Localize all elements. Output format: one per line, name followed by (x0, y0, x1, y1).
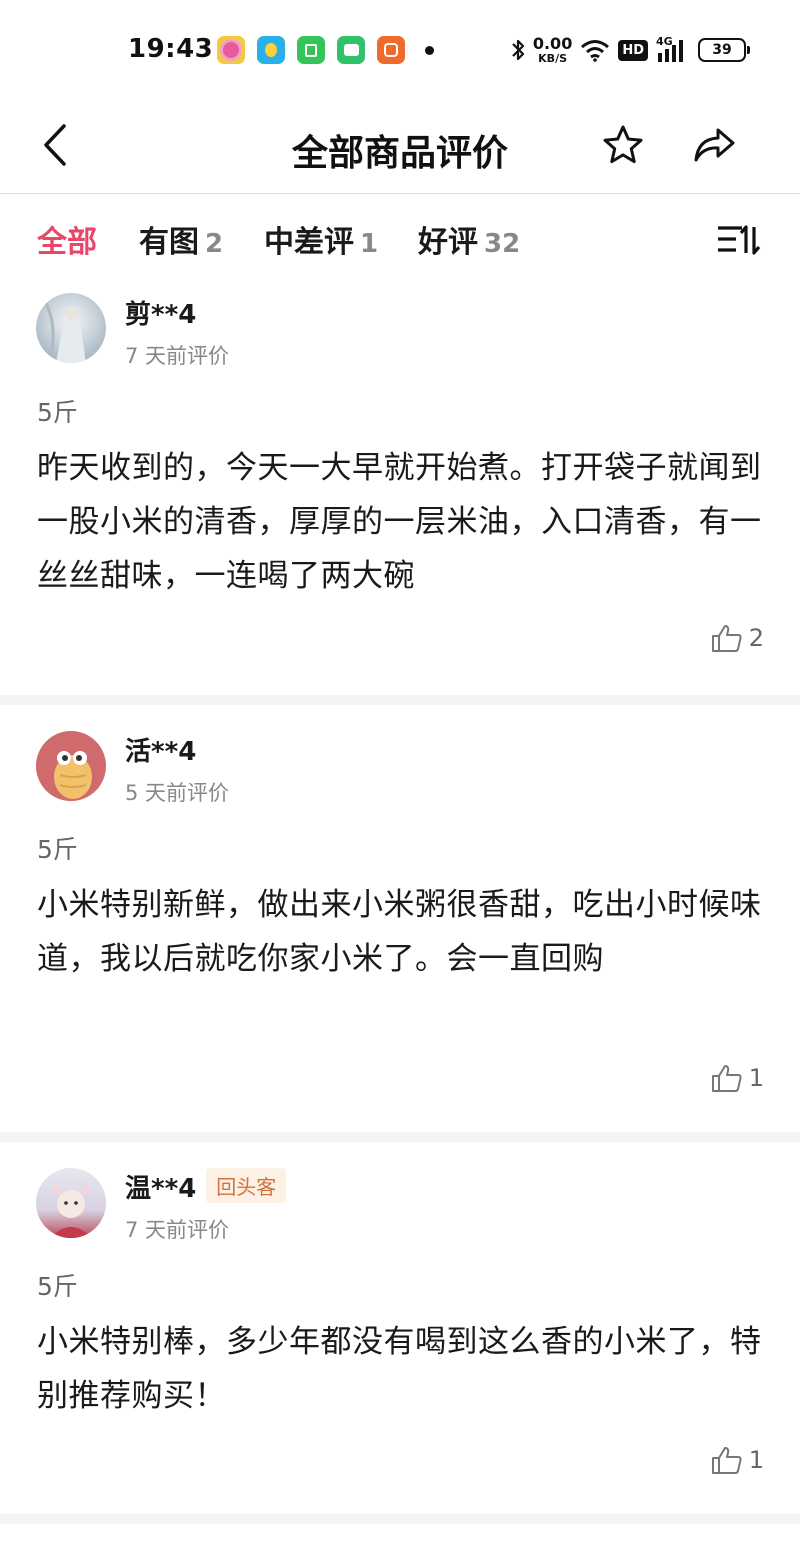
flower-app-icon (217, 36, 245, 64)
reviewer-name: 活**4 (125, 737, 197, 767)
avatar-cat-girl-icon (50, 1182, 92, 1238)
tab-count: 2 (205, 229, 224, 259)
notification-icons (217, 36, 405, 64)
sort-button[interactable] (716, 221, 764, 259)
product-spec: 5斤 (37, 398, 78, 427)
product-spec: 5斤 (37, 1272, 78, 1301)
cellular-signal: 4G (656, 35, 690, 63)
sort-icon (718, 225, 761, 255)
favorite-button[interactable] (598, 120, 648, 170)
tab-with-pictures[interactable]: 有图 2 (139, 217, 223, 261)
thumbs-up-icon (711, 1447, 742, 1474)
apps-app-icon (377, 36, 405, 64)
chat-app-icon (337, 36, 365, 64)
share-button[interactable] (688, 120, 740, 170)
bluetooth-icon (512, 39, 524, 61)
like-count: 1 (748, 1446, 764, 1474)
star-icon (603, 125, 643, 164)
avatar[interactable] (36, 731, 106, 801)
returning-customer-badge: 回头客 (206, 1168, 287, 1203)
more-notifications-dot (425, 46, 434, 55)
hd-badge: HD (618, 39, 648, 61)
like-button[interactable]: 1 (711, 1445, 764, 1475)
review-text: 小米特别棒，多少年都没有喝到这么香的小米了，特别推荐购买！ (37, 1324, 762, 1414)
like-button[interactable]: 1 (711, 1063, 764, 1093)
tab-negative-reviews[interactable]: 中差评 1 (264, 217, 378, 261)
footprint-app-icon (257, 36, 285, 64)
thumbs-up-icon (711, 625, 742, 652)
review-text: 昨天收到的，今天一大早就开始煮。打开袋子就闻到一股小米的清香，厚厚的一层米油，入… (37, 450, 762, 594)
top-navigation-bar: 全部商品评价 (0, 100, 800, 194)
shopping-bag-app-icon (297, 36, 325, 64)
review-time: 7 天前评价 (125, 1218, 230, 1242)
battery-indicator: 39 (698, 38, 750, 62)
like-count: 2 (748, 624, 764, 652)
reviewer-name: 剪**4 (125, 300, 197, 330)
review-text: 小米特别新鲜，做出来小米粥很香甜，吃出小时候味道，我以后就吃你家小米了。会一直回… (37, 887, 762, 977)
wifi-icon (581, 40, 610, 62)
reviewer-name: 温**4 回头客 (125, 1168, 287, 1205)
tab-positive-reviews[interactable]: 好评 32 (418, 217, 520, 261)
avatar[interactable] (36, 293, 106, 363)
product-spec: 5斤 (37, 835, 78, 864)
tab-count: 32 (484, 229, 521, 259)
system-status: 0.00 KB/S HD 4G 39 (511, 34, 750, 66)
tab-count: 1 (360, 229, 379, 259)
signal-bars-icon (658, 40, 683, 62)
divider (0, 1514, 800, 1524)
thumbs-up-icon (711, 1065, 742, 1092)
status-time: 19:43 (128, 34, 214, 64)
avatar[interactable] (36, 1168, 106, 1238)
page-title: 全部商品评价 (291, 133, 508, 174)
tab-all[interactable]: 全部 (37, 217, 97, 261)
review-card: 活**4 5 天前评价 5斤 小米特别新鲜，做出来小米粥很香甜，吃出小时候味道，… (0, 705, 800, 1132)
divider (0, 695, 800, 705)
avatar-character-icon (54, 751, 92, 799)
network-speed: 0.00 KB/S (532, 34, 573, 65)
status-bar: 19:43 0.00 KB/S HD 4G 39 (0, 0, 800, 100)
review-card: 温**4 回头客 7 天前评价 5斤 小米特别棒，多少年都没有喝到这么香的小米了，… (0, 1142, 800, 1514)
share-arrow-icon (694, 128, 735, 162)
like-button[interactable]: 2 (711, 623, 764, 653)
like-count: 1 (748, 1064, 764, 1092)
divider (0, 1132, 800, 1142)
avatar-figure-icon (44, 302, 86, 363)
review-time: 7 天前评价 (125, 344, 230, 368)
review-time: 5 天前评价 (125, 781, 230, 805)
review-card: 剪**4 7 天前评价 5斤 昨天收到的，今天一大早就开始煮。打开袋子就闻到一股… (0, 280, 800, 695)
review-filter-bar: 全部 有图 2 中差评 1 好评 32 (0, 195, 800, 279)
